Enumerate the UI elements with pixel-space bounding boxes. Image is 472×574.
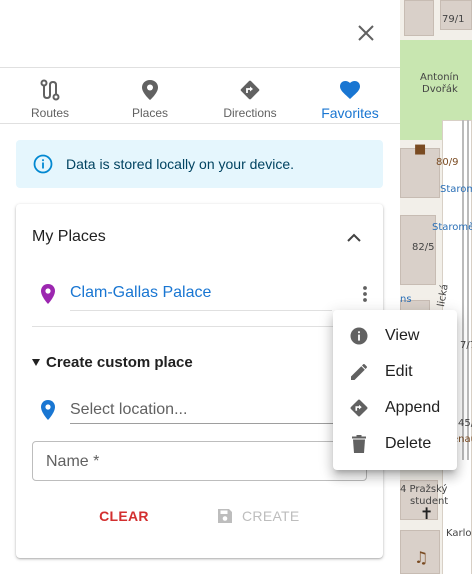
map-tram-line [467,120,469,460]
map-label: Staromě [432,222,472,233]
save-icon [216,507,234,525]
map-label: 7/7 [460,340,472,351]
directions-icon [238,78,262,102]
tab-label: Places [131,106,169,120]
map-tram-line [462,120,464,460]
more-vert-icon [363,286,367,302]
map-label: Karlo [446,528,472,539]
info-banner-text: Data is stored locally on your device. [66,156,294,172]
info-banner: Data is stored locally on your device. [16,140,383,188]
place-context-menu: View Edit Append Delete [333,310,457,470]
menu-item-label: Edit [385,363,413,380]
map-building [404,0,434,36]
create-button-label: CREATE [242,508,300,524]
directions-icon [349,398,369,418]
place-item: Clam-Gallas Palace [32,276,367,312]
select-location-input[interactable] [70,396,367,424]
trash-icon [349,434,369,454]
menu-item-delete[interactable]: Delete [333,426,457,462]
tab-routes[interactable]: Routes [0,68,100,123]
tab-label: Routes [30,106,70,120]
tab-bar: Routes Places Directions Favorites [0,68,400,124]
tab-label: Favorites [321,105,379,121]
card-divider [32,326,367,327]
map-poi-icon: ■ [414,142,427,157]
menu-item-append[interactable]: Append [333,390,457,426]
map-label: Starom [440,184,472,195]
name-field-label: Name * [46,453,100,470]
map-label: ns [400,294,412,305]
tab-places[interactable]: Places [100,68,200,123]
map-label: 4 Pražský [400,484,448,495]
menu-item-label: Delete [385,435,432,452]
tab-label: Directions [223,106,277,120]
side-panel: Routes Places Directions Favorites Data … [0,0,400,574]
menu-item-label: View [385,327,420,344]
create-button[interactable]: CREATE [216,502,306,530]
route-icon [38,78,62,102]
create-custom-place-title: Create custom place [46,354,193,371]
map-label: 79/1 [442,14,465,25]
name-field[interactable]: Name * [32,441,367,481]
menu-item-edit[interactable]: Edit [333,354,457,390]
info-outline-icon [32,153,54,175]
place-underline [70,310,332,311]
menu-item-view[interactable]: View [333,318,457,354]
clear-button[interactable]: CLEAR [92,502,156,530]
map-label: Dvořák [422,84,458,95]
info-icon [349,326,369,346]
place-pin-icon [41,284,55,304]
map-label: Antonín [420,72,459,83]
triangle-down-icon [32,359,40,366]
map-music-icon: ♫ [414,548,429,567]
close-button[interactable] [352,19,380,47]
place-icon [138,78,162,102]
map-church-icon: ✝ [420,504,434,523]
my-places-card: My Places Clam-Gallas Palace Create cust… [16,204,383,558]
tab-favorites[interactable]: Favorites [300,68,400,123]
map-label: 80/9 [436,157,459,168]
map-label: 82/5 [412,242,435,253]
menu-item-label: Append [385,399,441,416]
pencil-icon [349,362,369,382]
collapse-button[interactable] [342,226,366,250]
chevron-up-icon [347,233,361,242]
place-name-link[interactable]: Clam-Gallas Palace [70,284,211,302]
close-icon [358,25,374,41]
location-pin-icon [41,400,55,420]
create-custom-place-toggle[interactable]: Create custom place [32,354,193,371]
map-view[interactable]: 79/1 Antonín Dvořák 80/9 Starom Staromě … [400,0,472,574]
heart-icon [338,78,362,102]
place-more-button[interactable] [353,282,377,306]
my-places-title: My Places [32,228,106,245]
location-row [32,392,367,428]
tab-directions[interactable]: Directions [200,68,300,123]
map-label: 45/ [458,418,472,429]
